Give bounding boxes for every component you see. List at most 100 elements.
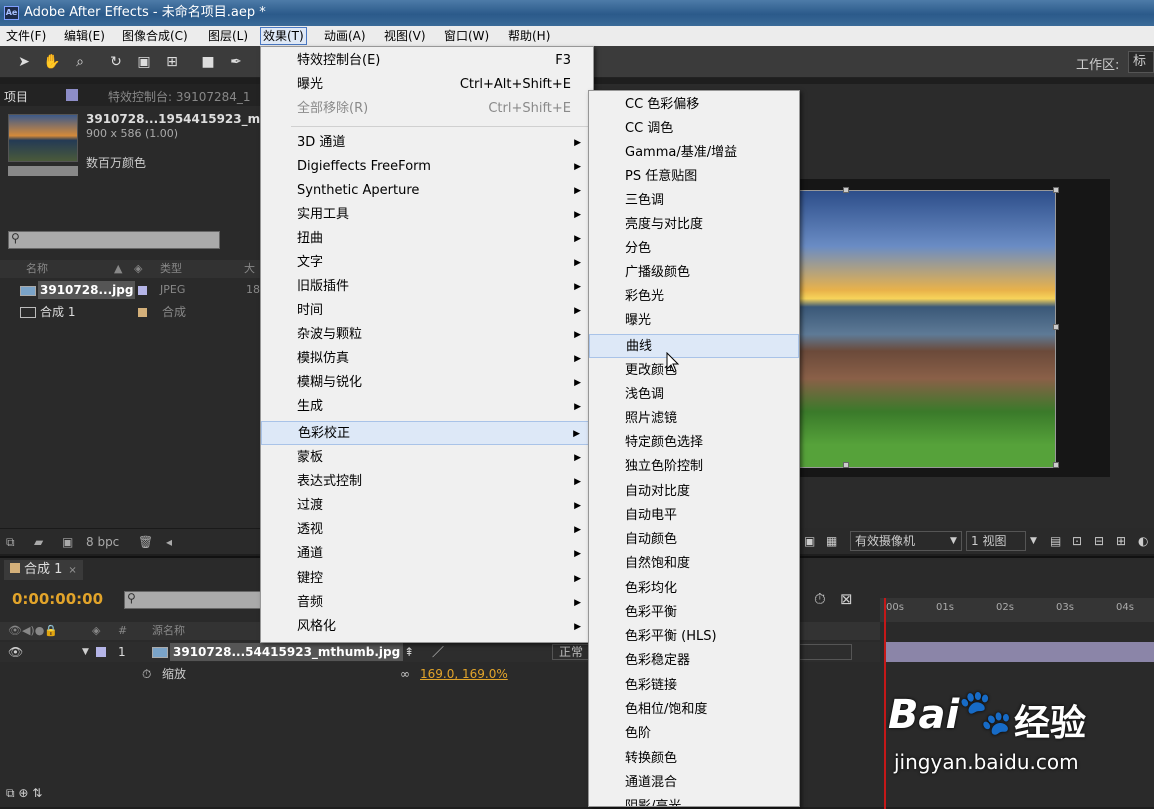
menu-file[interactable]: 文件(F): [6, 26, 46, 46]
submenu-item-cc-color-offset[interactable]: CC 色彩偏移: [589, 93, 799, 117]
menu-help[interactable]: 帮助(H): [508, 26, 550, 46]
submenu-item-exposure[interactable]: 曝光: [589, 309, 799, 333]
col-type[interactable]: 类型: [160, 260, 182, 278]
menu-item-distort[interactable]: 扭曲 ▶: [261, 227, 593, 251]
tab-composition[interactable]: 合成 1 ×: [4, 560, 83, 580]
camera-select[interactable]: 有效摄像机: [850, 531, 962, 551]
menu-animation[interactable]: 动画(A): [324, 26, 366, 46]
menu-item-obsolete[interactable]: 旧版插件 ▶: [261, 275, 593, 299]
menu-item-channel[interactable]: 通道 ▶: [261, 542, 593, 566]
tab-project[interactable]: 项目: [4, 88, 28, 105]
submenu-item-hue-saturation[interactable]: 色相位/饱和度: [589, 698, 799, 722]
submenu-item-gamma-pedestal-gain[interactable]: Gamma/基准/增益: [589, 141, 799, 165]
stopwatch-icon[interactable]: ⏱: [814, 590, 826, 608]
menu-composition[interactable]: 图像合成(C): [122, 26, 188, 46]
submenu-item-tritone[interactable]: 三色调: [589, 189, 799, 213]
eye-icon[interactable]: 👁: [8, 642, 23, 662]
transparency-grid-icon[interactable]: ▦: [826, 528, 837, 554]
submenu-item-photo-filter[interactable]: 照片滤镜: [589, 407, 799, 431]
menu-item-generate[interactable]: 生成 ▶: [261, 395, 593, 419]
col-size[interactable]: 大: [244, 260, 255, 278]
col-source-name[interactable]: 源名称: [152, 622, 185, 640]
submenu-item-auto-levels[interactable]: 自动电平: [589, 504, 799, 528]
shy-switch-icon[interactable]: ⇞: [404, 642, 414, 662]
submenu-item-curves[interactable]: 曲线: [589, 334, 799, 358]
col-name[interactable]: 名称: [26, 260, 48, 278]
rectangle-tool-icon[interactable]: ■: [198, 52, 218, 72]
submenu-item-color-balance-hls[interactable]: 色彩平衡 (HLS): [589, 625, 799, 649]
property-value[interactable]: 169.0, 169.0%: [420, 664, 508, 684]
menu-item-utility[interactable]: 实用工具 ▶: [261, 203, 593, 227]
close-icon[interactable]: ×: [68, 565, 76, 576]
project-row-comp[interactable]: 合成 1 合成: [0, 302, 262, 322]
menu-item-matte[interactable]: 蒙板 ▶: [261, 446, 593, 470]
views-select[interactable]: 1 视图: [966, 531, 1026, 551]
submenu-item-broadcast-colors[interactable]: 广播级颜色: [589, 261, 799, 285]
submenu-item-color-balance[interactable]: 色彩平衡: [589, 601, 799, 625]
pan-behind-tool-icon[interactable]: ⊞: [162, 52, 182, 72]
graph-editor-icon[interactable]: ⊠: [840, 590, 853, 608]
trash-icon[interactable]: 🗑: [138, 529, 153, 555]
menu-item-3d-channel[interactable]: 3D 通道 ▶: [261, 131, 593, 155]
submenu-item-vibrance[interactable]: 自然饱和度: [589, 552, 799, 576]
pen-tool-icon[interactable]: ✒: [226, 52, 246, 72]
menu-item-transition[interactable]: 过渡 ▶: [261, 494, 593, 518]
menu-item-expression-controls[interactable]: 表达式控制 ▶: [261, 470, 593, 494]
fast-preview-icon[interactable]: ⊡: [1072, 528, 1082, 554]
layer-duration-bar[interactable]: [886, 642, 1154, 662]
timeline-icon[interactable]: ⊟: [1094, 528, 1104, 554]
project-search-input[interactable]: ⚲: [8, 231, 220, 249]
comp-flowchart-icon[interactable]: ⧉ ⊕ ⇅: [6, 786, 42, 801]
menu-item-perspective[interactable]: 透视 ▶: [261, 518, 593, 542]
stopwatch-icon[interactable]: ⏱: [142, 664, 151, 684]
menu-item-effect-controls[interactable]: 特效控制台(E) F3: [261, 49, 593, 73]
menu-view[interactable]: 视图(V): [384, 26, 426, 46]
transform-handle[interactable]: [843, 187, 849, 193]
submenu-item-channel-mixer[interactable]: 通道混合: [589, 771, 799, 795]
zoom-tool-icon[interactable]: ⌕: [70, 52, 90, 72]
submenu-item-equalize[interactable]: 色彩均化: [589, 577, 799, 601]
submenu-item-colorama[interactable]: 彩色光: [589, 285, 799, 309]
menu-item-text[interactable]: 文字 ▶: [261, 251, 593, 275]
submenu-item-cc-toner[interactable]: CC 调色: [589, 117, 799, 141]
menu-layer[interactable]: 图层(L): [208, 26, 248, 46]
menu-item-simulation[interactable]: 模拟仿真 ▶: [261, 347, 593, 371]
menu-window[interactable]: 窗口(W): [444, 26, 489, 46]
menu-item-blur-sharpen[interactable]: 模糊与锐化 ▶: [261, 371, 593, 395]
selection-tool-icon[interactable]: ➤: [14, 52, 34, 72]
transform-handle[interactable]: [1053, 462, 1059, 468]
submenu-item-auto-contrast[interactable]: 自动对比度: [589, 480, 799, 504]
submenu-item-selective-color[interactable]: 特定颜色选择: [589, 431, 799, 455]
submenu-item-color-link[interactable]: 色彩链接: [589, 674, 799, 698]
menu-item-exposure[interactable]: 曝光 Ctrl+Alt+Shift+E: [261, 73, 593, 97]
menu-item-color-correction[interactable]: 色彩校正 ▶: [261, 421, 593, 445]
submenu-item-change-color[interactable]: 更改颜色: [589, 359, 799, 383]
flowchart-icon[interactable]: ⊞: [1116, 528, 1126, 554]
submenu-item-shadow-highlight[interactable]: 阴影/高光: [589, 795, 799, 806]
new-composition-icon[interactable]: ▣: [62, 529, 73, 555]
bit-depth-label[interactable]: 8 bpc: [86, 529, 119, 555]
menu-item-noise-grain[interactable]: 杂波与颗粒 ▶: [261, 323, 593, 347]
submenu-item-color-stabilizer[interactable]: 色彩稳定器: [589, 649, 799, 673]
menu-item-synthetic-aperture[interactable]: Synthetic Aperture ▶: [261, 179, 593, 203]
menu-item-keying[interactable]: 键控 ▶: [261, 567, 593, 591]
submenu-item-leave-color[interactable]: 分色: [589, 237, 799, 261]
transform-handle[interactable]: [1053, 187, 1059, 193]
menu-item-time[interactable]: 时间 ▶: [261, 299, 593, 323]
expand-triangle-icon[interactable]: ▼: [82, 642, 89, 662]
interpret-footage-icon[interactable]: ⧉: [6, 529, 15, 555]
new-folder-icon[interactable]: ▰: [34, 529, 43, 555]
time-ruler[interactable]: 00s 01s 02s 03s 04s: [880, 598, 1154, 622]
menu-item-audio[interactable]: 音频 ▶: [261, 591, 593, 615]
submenu-item-brightness-contrast[interactable]: 亮度与对比度: [589, 213, 799, 237]
rotate-tool-icon[interactable]: ↻: [106, 52, 126, 72]
project-row-jpg[interactable]: 3910728...jpg JPEG 18: [0, 280, 262, 300]
hand-tool-icon[interactable]: ✋: [42, 52, 62, 72]
timeline-search-input[interactable]: ⚲: [124, 591, 264, 609]
constrain-proportions-icon[interactable]: ∞: [400, 664, 410, 684]
camera-tool-icon[interactable]: ▣: [134, 52, 154, 72]
scroll-left-icon[interactable]: ◂: [166, 529, 172, 555]
submenu-item-tint[interactable]: 浅色调: [589, 383, 799, 407]
toggle-pixel-icon[interactable]: ▤: [1050, 528, 1061, 554]
composition-image[interactable]: [790, 190, 1056, 468]
